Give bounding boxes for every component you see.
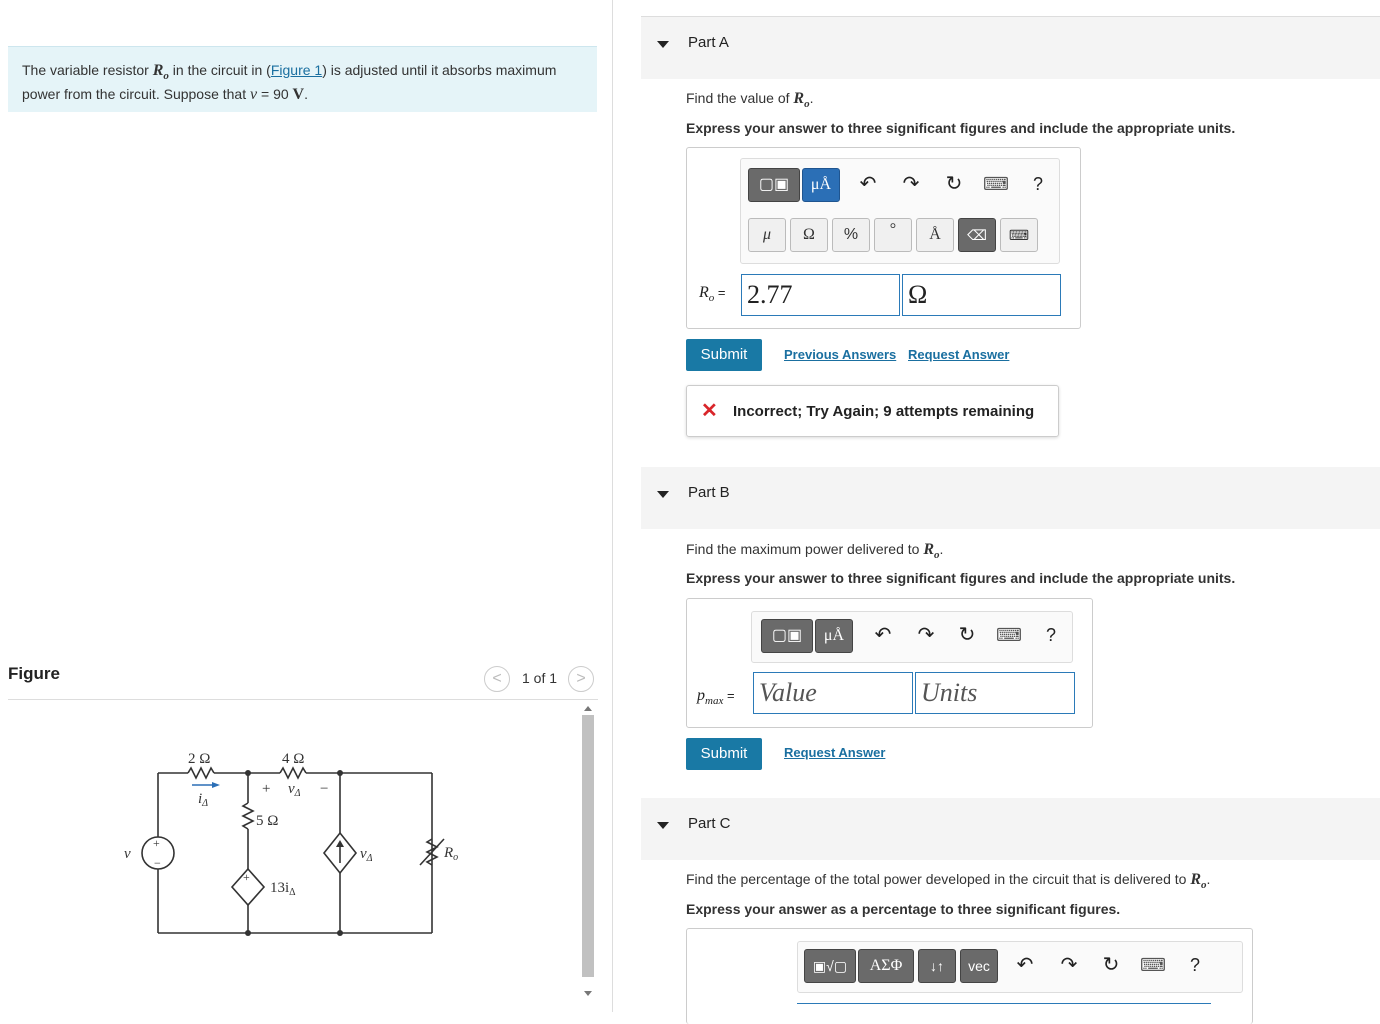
part-c-instructions: Express your answer as a percentage to t…	[686, 901, 1121, 917]
problem-statement: The variable resistor Ro in the circuit …	[8, 46, 597, 112]
delete-icon[interactable]: ⌫	[958, 218, 996, 252]
ro-var-label: Ro =	[699, 284, 726, 305]
redo-icon[interactable]: ↷	[911, 619, 941, 653]
part-a-toolbar: ▢▣ μÅ ↶ ↷ ↻ ⌨ ? μ Ω % ° Å ⌫ ⌨	[740, 158, 1060, 264]
figure-link[interactable]: Figure 1	[271, 62, 322, 78]
figure-title: Figure	[8, 664, 60, 683]
figure-header: Figure < 1 of 1 >	[8, 660, 598, 700]
vec-button[interactable]: vec	[960, 949, 998, 983]
label-r3: 5 Ω	[256, 813, 278, 829]
part-c-question: Find the percentage of the total power d…	[686, 871, 1211, 892]
part-a-feedback: ✕ Incorrect; Try Again; 9 attempts remai…	[686, 385, 1059, 437]
units-button[interactable]: μÅ	[815, 619, 853, 653]
part-b-instructions: Express your answer to three significant…	[686, 570, 1236, 586]
pmax-value-input[interactable]: Value	[753, 672, 913, 714]
scroll-up-icon[interactable]	[584, 706, 592, 711]
label-r2: 4 Ω	[282, 751, 304, 767]
part-b-header[interactable]: Part B	[641, 467, 1380, 529]
angstrom-button[interactable]: Å	[916, 218, 954, 252]
pmax-var-label: pmax =	[697, 687, 735, 708]
part-c-header[interactable]: Part C	[641, 798, 1380, 860]
collapse-triangle-icon[interactable]	[657, 822, 669, 829]
label-plus: +	[262, 781, 270, 797]
label-ro: Ro	[443, 845, 458, 863]
part-a-submit-button[interactable]: Submit	[686, 339, 762, 371]
pmax-units-input[interactable]: Units	[915, 672, 1075, 714]
label-dep-v: 13iΔ	[270, 880, 296, 898]
reset-icon[interactable]: ↻	[939, 168, 969, 202]
reset-icon[interactable]: ↻	[952, 619, 982, 653]
keyboard-icon[interactable]: ⌨	[1138, 949, 1168, 983]
ro-value-input[interactable]: 2.77	[741, 274, 900, 316]
help-icon[interactable]: ?	[1180, 949, 1210, 983]
dep-plus: +	[243, 870, 250, 884]
label-i-delta: iΔ	[198, 791, 208, 809]
feedback-text: Incorrect; Try Again; 9 attempts remaini…	[733, 403, 1035, 420]
label-cur-src: vΔ	[360, 846, 373, 864]
omega-button[interactable]: Ω	[790, 218, 828, 252]
redo-icon[interactable]: ↷	[1054, 949, 1084, 983]
part-c-value-input[interactable]	[797, 1003, 1211, 1024]
scroll-thumb[interactable]	[582, 715, 594, 977]
label-minus: −	[320, 781, 328, 797]
greek-button[interactable]: ΑΣΦ	[858, 949, 914, 983]
source-plus: +	[153, 836, 160, 850]
help-icon[interactable]: ?	[1023, 168, 1053, 202]
part-b-request-answer-link[interactable]: Request Answer	[784, 745, 885, 760]
part-b-submit-button[interactable]: Submit	[686, 738, 762, 770]
collapse-triangle-icon[interactable]	[657, 491, 669, 498]
templates-button[interactable]: ▢▣	[761, 619, 813, 653]
reset-icon[interactable]: ↻	[1096, 949, 1126, 983]
degree-button[interactable]: °	[874, 218, 912, 252]
part-c-toolbar: ▣√▢ ΑΣΦ ↓↑ vec ↶ ↷ ↻ ⌨ ?	[797, 941, 1243, 993]
label-v-delta: vΔ	[288, 781, 301, 799]
var-ro: Ro	[152, 62, 169, 83]
part-a-request-answer-link[interactable]: Request Answer	[908, 347, 1009, 362]
part-c-answer-box: ▣√▢ ΑΣΦ ↓↑ vec ↶ ↷ ↻ ⌨ ?	[686, 928, 1253, 1024]
ro-unit-input[interactable]: Ω	[902, 274, 1061, 316]
part-a-instructions: Express your answer to three significant…	[686, 120, 1236, 136]
arrows-button[interactable]: ↓↑	[918, 949, 956, 983]
figure-count: 1 of 1	[522, 670, 558, 686]
prev-figure-button[interactable]: <	[484, 666, 510, 692]
help-icon[interactable]: ?	[1036, 619, 1066, 653]
undo-icon[interactable]: ↶	[868, 619, 898, 653]
part-b-toolbar: ▢▣ μÅ ↶ ↷ ↻ ⌨ ?	[751, 611, 1073, 663]
part-c-label: Part C	[688, 815, 731, 832]
unit-v: V	[292, 86, 305, 104]
undo-icon[interactable]: ↶	[853, 168, 883, 202]
keyboard-icon[interactable]: ⌨	[981, 168, 1011, 202]
part-b-answer-box: ▢▣ μÅ ↶ ↷ ↻ ⌨ ? pmax = Value Units	[686, 598, 1093, 728]
next-figure-button[interactable]: >	[568, 666, 594, 692]
part-a-header[interactable]: Part A	[641, 17, 1380, 79]
label-source-v: v	[124, 846, 131, 862]
redo-icon[interactable]: ↷	[896, 168, 926, 202]
keyboard-icon[interactable]: ⌨	[994, 619, 1024, 653]
pane-divider[interactable]	[612, 0, 613, 1012]
collapse-triangle-icon[interactable]	[657, 41, 669, 48]
source-minus: −	[154, 856, 161, 870]
previous-answers-link[interactable]: Previous Answers	[784, 347, 896, 362]
figure-scrollbar[interactable]	[581, 703, 595, 1003]
keyboard2-icon[interactable]: ⌨	[1000, 218, 1038, 252]
mu-button[interactable]: μ	[748, 218, 786, 252]
circuit-diagram: 2 Ω 4 Ω 5 Ω iΔ + vΔ − v + − + 13iΔ vΔ Ro	[124, 751, 458, 936]
part-a-label: Part A	[688, 34, 729, 51]
label-r1: 2 Ω	[188, 751, 210, 767]
units-button[interactable]: μÅ	[802, 168, 840, 202]
error-x-icon: ✕	[701, 400, 718, 422]
part-b-question: Find the maximum power delivered to Ro.	[686, 541, 944, 562]
part-a-question: Find the value of Ro.	[686, 90, 814, 111]
undo-icon[interactable]: ↶	[1010, 949, 1040, 983]
part-a-answer-box: ▢▣ μÅ ↶ ↷ ↻ ⌨ ? μ Ω % ° Å ⌫ ⌨ Ro = 2.77 …	[686, 147, 1081, 329]
templates-button[interactable]: ▢▣	[748, 168, 800, 202]
templates-button[interactable]: ▣√▢	[804, 949, 856, 983]
problem-pane: The variable resistor Ro in the circuit …	[0, 0, 612, 1024]
part-b-label: Part B	[688, 484, 730, 501]
percent-button[interactable]: %	[832, 218, 870, 252]
scroll-down-icon[interactable]	[584, 991, 592, 996]
